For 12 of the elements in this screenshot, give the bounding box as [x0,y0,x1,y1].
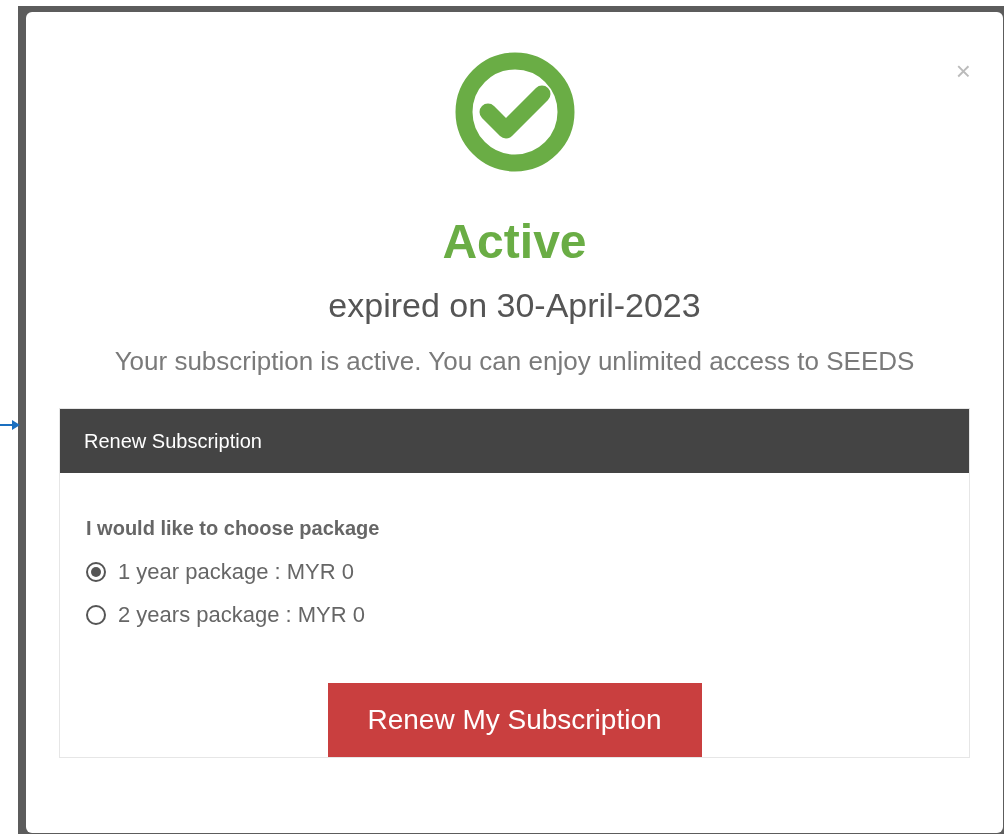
package-option[interactable]: 2 years package : MYR 0 [86,598,943,631]
package-prompt: I would like to choose package [86,516,381,541]
subscription-message: Your subscription is active. You can enjoy unlimited access to SEEDS [114,348,915,374]
radio-button[interactable] [86,604,106,625]
panel-title: Renew Subscription [84,429,262,454]
renew-button[interactable]: Renew My Subscription [327,683,702,757]
radio-button[interactable] [86,561,106,582]
expiry-text: expired on 30-April-2023 [328,288,701,322]
status-title: Active [442,218,587,266]
check-circle-icon [454,52,575,172]
package-option[interactable]: 1 year package : MYR 0 [86,555,943,588]
arrow-icon [0,418,20,432]
